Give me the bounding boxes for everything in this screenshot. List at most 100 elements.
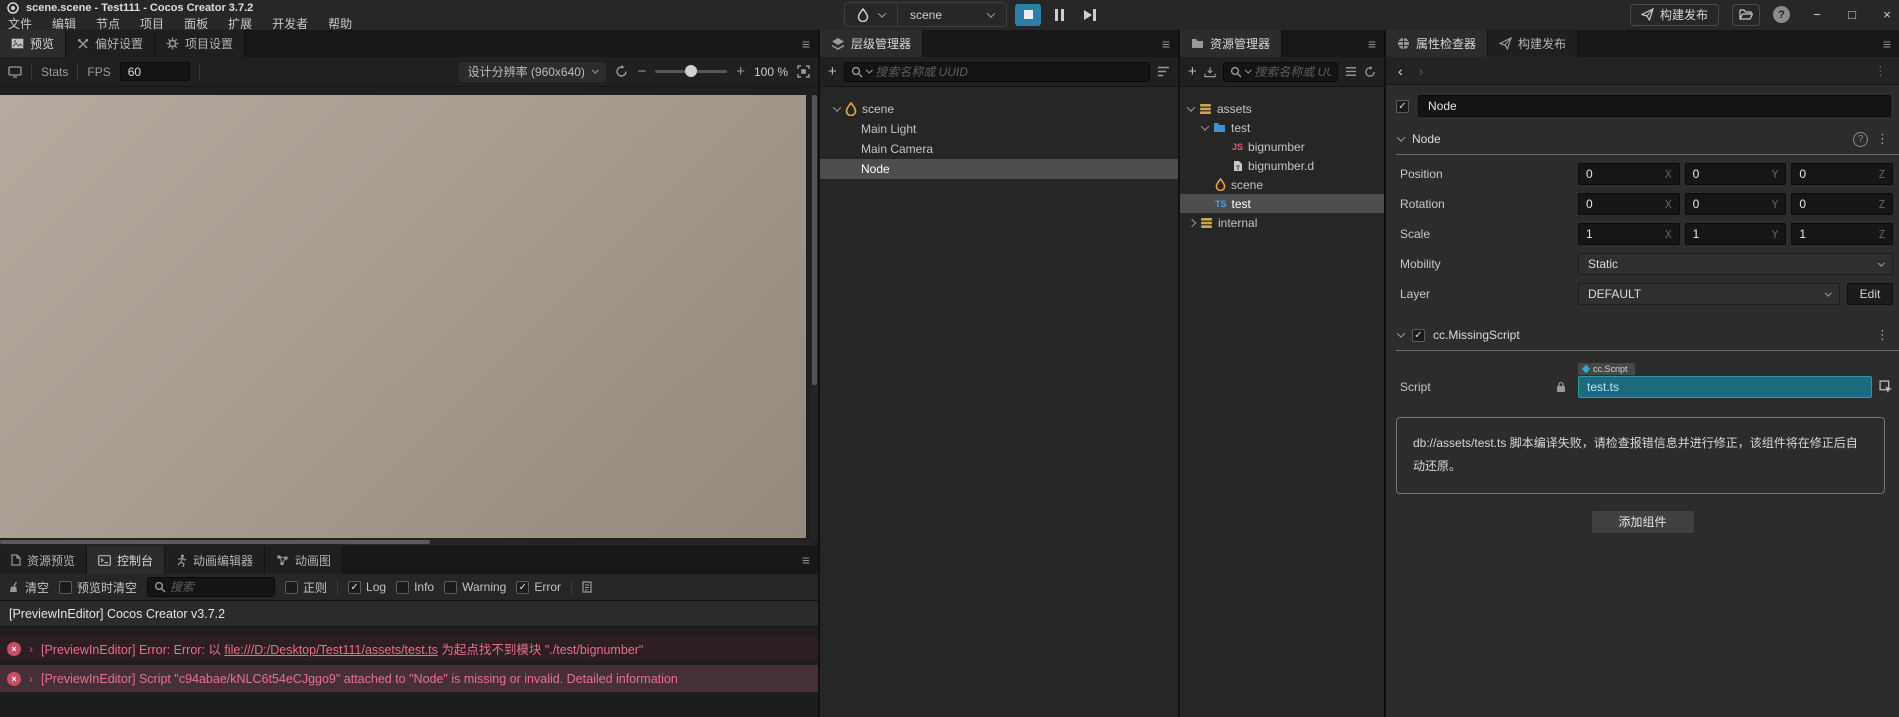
tab-preview[interactable]: 预览 — [0, 30, 67, 57]
tree-row-scene[interactable]: scene — [820, 99, 1178, 119]
resolution-dropdown[interactable]: 设计分辨率 (960x640) — [458, 61, 607, 82]
stop-button[interactable] — [1015, 3, 1041, 26]
filter-log-toggle[interactable]: ✓ Log — [348, 580, 386, 594]
nav-forward-button[interactable]: › — [1419, 63, 1424, 79]
rotation-x-field[interactable]: 0X — [1578, 193, 1680, 215]
tree-row-bignumber-d[interactable]: bignumber.d — [1180, 156, 1384, 175]
tree-row-scene-asset[interactable]: scene — [1180, 175, 1384, 194]
tree-row-main-light[interactable]: Main Light — [820, 119, 1178, 139]
expand-icon[interactable] — [1187, 218, 1197, 227]
missing-script-section-header[interactable]: ✓ cc.MissingScript ⋮ — [1396, 327, 1889, 343]
clear-on-preview-toggle[interactable]: 预览时清空 — [59, 579, 137, 596]
collapse-icon[interactable] — [1186, 102, 1196, 112]
panel-menu-icon[interactable]: ≡ — [802, 546, 810, 573]
scale-z-field[interactable]: 1Z — [1791, 223, 1894, 245]
layer-edit-button[interactable]: Edit — [1847, 283, 1893, 305]
tab-build-publish[interactable]: 构建发布 — [1488, 30, 1579, 57]
hierarchy-search-input[interactable] — [875, 64, 1143, 79]
checkbox-unchecked[interactable] — [396, 580, 410, 594]
rotation-y-field[interactable]: 0Y — [1684, 193, 1787, 215]
checkbox-unchecked[interactable] — [444, 580, 458, 594]
help-button[interactable]: ? — [1773, 6, 1790, 23]
collapse-icon[interactable] — [832, 103, 842, 112]
console-error-row[interactable]: × › [PreviewInEditor] Error: Error: 以 fi… — [0, 636, 818, 661]
tree-row-bignumber-js[interactable]: JS bignumber — [1180, 137, 1384, 156]
expand-icon[interactable]: › — [29, 642, 33, 656]
checkbox-checked[interactable]: ✓ — [348, 580, 362, 594]
stats-label[interactable]: Stats — [41, 65, 68, 79]
node-name-input[interactable] — [1418, 95, 1891, 117]
build-publish-button[interactable]: 构建发布 — [1629, 3, 1719, 26]
open-project-folder-button[interactable] — [1732, 3, 1760, 26]
scene-selector[interactable]: scene — [898, 3, 1006, 26]
list-view-icon[interactable] — [1345, 66, 1357, 77]
add-component-button[interactable]: 添加组件 — [1590, 509, 1695, 534]
tab-hierarchy[interactable]: 层级管理器 — [820, 30, 924, 57]
tree-row-test-folder[interactable]: test — [1180, 118, 1384, 137]
error-file-link[interactable]: file:///D:/Desktop/Test111/assets/test.t… — [224, 643, 438, 657]
panel-menu-icon[interactable]: ≡ — [1368, 30, 1376, 57]
rotation-z-field[interactable]: 0Z — [1791, 193, 1894, 215]
tree-row-main-camera[interactable]: Main Camera — [820, 139, 1178, 159]
checkbox-unchecked[interactable] — [285, 580, 299, 594]
device-icon[interactable] — [8, 65, 22, 78]
tree-row-test-ts-selected[interactable]: TS test — [1180, 194, 1384, 213]
script-asset-field[interactable]: test.ts — [1578, 376, 1872, 398]
scale-y-field[interactable]: 1Y — [1684, 223, 1787, 245]
zoom-in-button[interactable]: + — [736, 63, 745, 80]
tab-asset-preview[interactable]: 资源预览 — [0, 546, 88, 574]
layer-dropdown[interactable]: DEFAULT — [1578, 283, 1840, 305]
import-icon[interactable] — [1204, 66, 1216, 78]
collapse-icon[interactable] — [1200, 121, 1210, 131]
regex-toggle[interactable]: 正则 — [285, 579, 327, 596]
mobility-dropdown[interactable]: Static — [1578, 253, 1893, 275]
filter-error-toggle[interactable]: ✓ Error — [516, 580, 561, 594]
checkbox-checked[interactable]: ✓ — [516, 580, 530, 594]
hierarchy-search[interactable] — [843, 61, 1150, 82]
tab-inspector[interactable]: 属性检查器 — [1386, 30, 1489, 57]
fps-input[interactable] — [119, 62, 190, 81]
console-search[interactable] — [147, 577, 276, 597]
minimize-button[interactable]: − — [1811, 7, 1823, 22]
nav-menu-icon[interactable]: ⋮ — [1874, 63, 1887, 79]
refresh-icon[interactable] — [1364, 65, 1376, 78]
checkbox-unchecked[interactable] — [59, 580, 73, 594]
console-search-input[interactable] — [170, 580, 269, 594]
filter-info-toggle[interactable]: Info — [396, 580, 434, 594]
expand-icon[interactable]: › — [29, 672, 33, 686]
node-active-checkbox[interactable]: ✓ — [1396, 99, 1409, 113]
zoom-slider-thumb[interactable] — [685, 65, 698, 77]
collapse-icon[interactable] — [1396, 133, 1406, 142]
tab-preferences[interactable]: 偏好设置 — [66, 30, 156, 57]
preview-target-dropdown[interactable] — [845, 3, 897, 26]
scale-x-field[interactable]: 1X — [1578, 223, 1680, 245]
log-file-icon[interactable] — [582, 581, 592, 593]
create-node-button[interactable]: + — [828, 64, 837, 79]
assets-search[interactable] — [1222, 61, 1338, 82]
position-z-field[interactable]: 0Z — [1791, 163, 1894, 185]
position-x-field[interactable]: 0X — [1578, 163, 1680, 185]
tree-row-internal[interactable]: internal — [1180, 213, 1384, 232]
horizontal-scrollbar-thumb[interactable] — [0, 540, 430, 544]
tree-row-assets-root[interactable]: assets — [1180, 99, 1384, 118]
position-y-field[interactable]: 0Y — [1684, 163, 1787, 185]
panel-menu-icon[interactable]: ≡ — [802, 30, 810, 57]
chevron-down-icon[interactable] — [865, 66, 873, 74]
tab-animation-graph[interactable]: 动画图 — [265, 546, 344, 574]
step-button[interactable] — [1077, 4, 1103, 26]
fit-screen-icon[interactable] — [797, 65, 810, 78]
console-error-row[interactable]: × › [PreviewInEditor] Script "c94abae/kN… — [0, 665, 818, 692]
help-icon[interactable]: ? — [1853, 131, 1868, 147]
zoom-slider[interactable] — [655, 65, 728, 77]
console-log-row[interactable]: [PreviewInEditor] Cocos Creator v3.7.2 — [0, 601, 818, 627]
filter-warning-toggle[interactable]: Warning — [444, 580, 506, 594]
tab-animation-editor[interactable]: 动画编辑器 — [165, 546, 266, 574]
assets-search-input[interactable] — [1254, 64, 1331, 79]
panel-menu-icon[interactable]: ≡ — [1883, 30, 1891, 57]
tab-project-settings[interactable]: 项目设置 — [155, 30, 246, 57]
clear-console-button[interactable]: 清空 — [8, 579, 49, 596]
vertical-scrollbar[interactable] — [811, 95, 818, 538]
close-button[interactable]: × — [1881, 7, 1893, 22]
node-section-header[interactable]: Node ? ⋮ — [1396, 131, 1889, 147]
collapse-icon[interactable] — [1396, 329, 1406, 338]
